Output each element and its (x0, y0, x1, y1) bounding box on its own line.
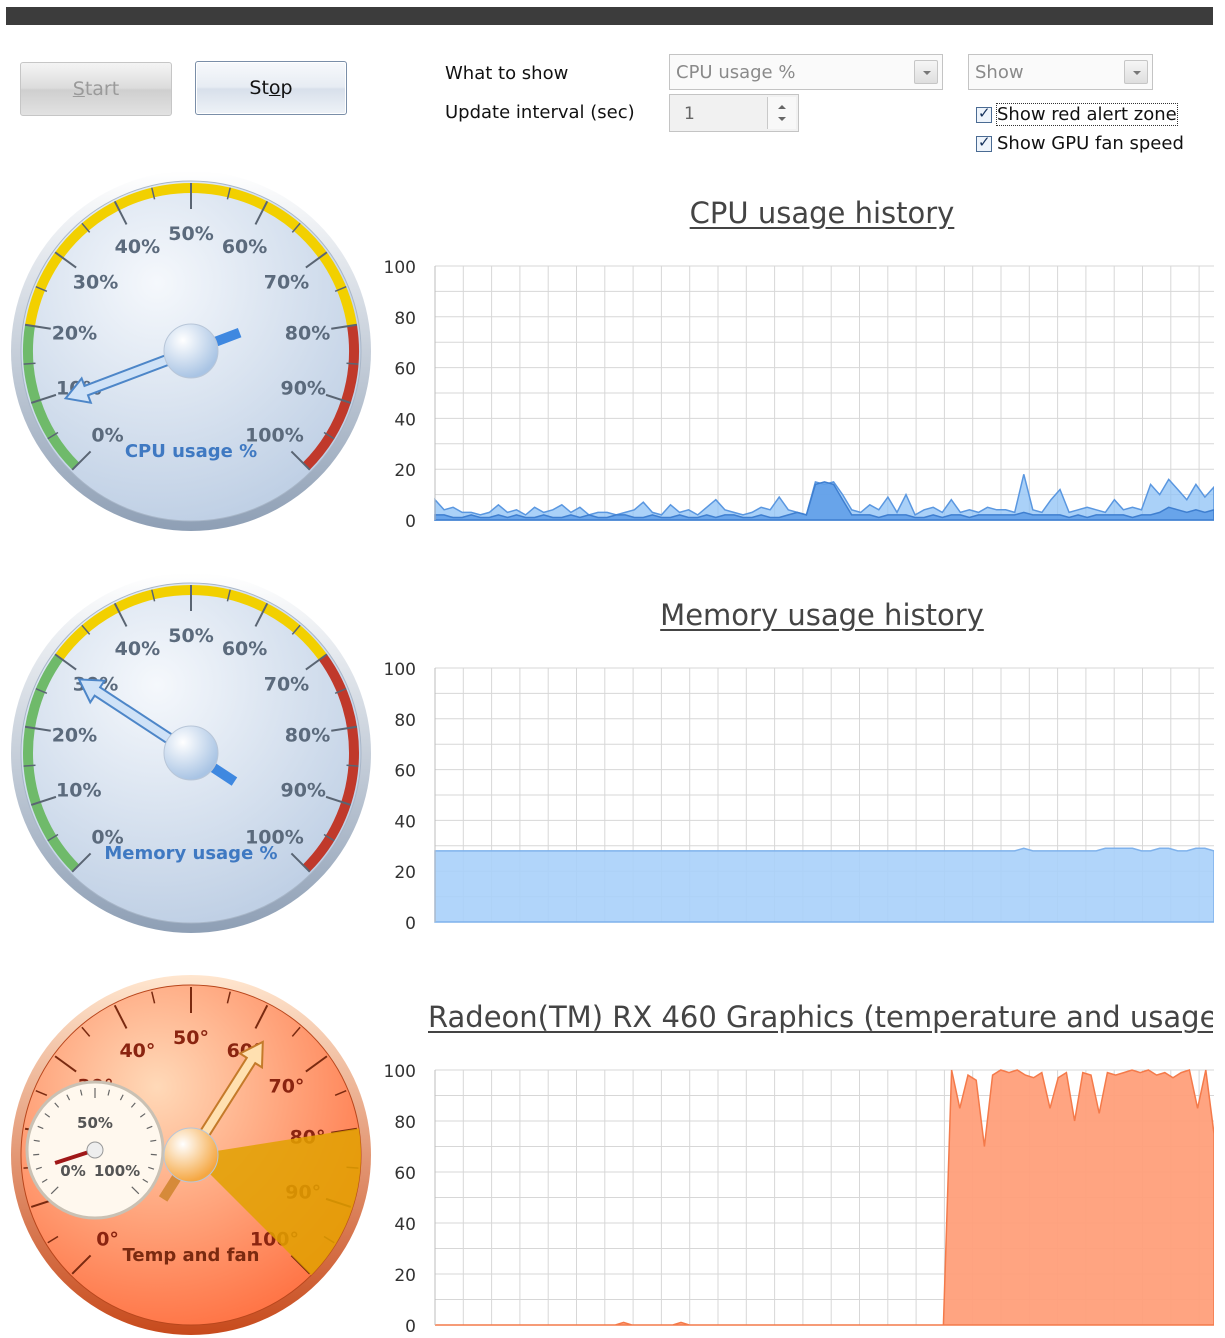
memory-usage-gauge: 0%10%20%30%40%50%60%70%80%90%100%Memory … (8, 570, 374, 936)
gauge-tick-label: 70% (264, 674, 309, 696)
memory-history-chart: 0 20 40 60 80 100 (376, 652, 1214, 942)
gauge-tick-label: 80% (285, 725, 330, 747)
gauge-tick-label: 40° (119, 1040, 155, 1062)
update-interval-spinner[interactable]: 1 (669, 94, 799, 132)
gauge-caption: Temp and fan (123, 1245, 260, 1266)
gauge-tick-label: 40% (115, 236, 160, 258)
chevron-down-icon[interactable] (1124, 60, 1148, 84)
y-tick-label: 0 (405, 1317, 416, 1337)
gauge-tick-label: 0° (96, 1228, 119, 1250)
start-button[interactable]: Start (20, 62, 172, 116)
stop-button[interactable]: Stop (195, 61, 347, 115)
y-tick-label: 20 (394, 461, 416, 481)
gauge-minor-tick (347, 765, 359, 766)
gauge-minor-tick (24, 363, 36, 364)
stop-button-label: Stop (249, 77, 292, 99)
y-tick-label: 0 (405, 914, 416, 934)
gauge-tick-label: 20% (52, 323, 97, 345)
checkbox-checked-icon[interactable] (976, 136, 992, 152)
window-titlebar (6, 7, 1213, 25)
gauge-tick-label: 30% (73, 272, 118, 294)
spin-up-icon[interactable] (778, 105, 786, 109)
y-tick-label: 100 (384, 1062, 416, 1082)
y-tick-label: 80 (394, 1113, 416, 1133)
cpu-history-title: CPU usage history (432, 196, 1212, 230)
show-gpu-fan-speed-checkbox[interactable]: Show GPU fan speed (976, 133, 1184, 154)
y-tick-label: 60 (394, 1164, 416, 1184)
gauge-tick-label: 50% (168, 223, 213, 245)
checkbox-checked-icon[interactable] (976, 107, 992, 123)
gauge-minor-tick (347, 363, 359, 364)
gauge-tick-label: 60% (222, 236, 267, 258)
gpu-temp-fan-gauge: 0°10°20°30°40°50°60°70°80°90°100°Temp an… (8, 972, 374, 1338)
show-red-alert-zone-label: Show red alert zone (997, 104, 1177, 125)
gauge-hub (164, 324, 218, 378)
fan-tick-label: 0% (60, 1162, 85, 1180)
gpu-history-chart: 0 20 40 60 80 100 (376, 1054, 1214, 1337)
show-value: Show (975, 62, 1024, 83)
gauge-tick-label: 90% (280, 779, 325, 801)
fan-tick-label: 50% (77, 1114, 113, 1132)
fan-tick-label: 100% (94, 1162, 140, 1180)
fan-gauge-hub (87, 1142, 103, 1158)
series-area (435, 848, 1214, 922)
spin-down-icon[interactable] (778, 117, 786, 121)
what-to-show-label: What to show (445, 63, 568, 84)
cpu-history-chart: 0 20 40 60 80 100 (376, 250, 1214, 540)
what-to-show-combobox[interactable]: CPU usage % (669, 54, 943, 90)
gauge-tick-label: 10% (56, 779, 101, 801)
y-tick-label: 40 (394, 1215, 416, 1235)
gauge-tick-label: 20% (52, 725, 97, 747)
y-tick-label: 80 (394, 711, 416, 731)
y-tick-label: 100 (384, 660, 416, 680)
show-gpu-fan-speed-label: Show GPU fan speed (997, 133, 1184, 154)
show-combobox[interactable]: Show (968, 54, 1153, 90)
update-interval-value: 1 (684, 104, 695, 124)
gauge-tick-label: 50° (173, 1027, 209, 1049)
y-tick-label: 40 (394, 812, 416, 832)
gauge-tick-label: 80% (285, 323, 330, 345)
y-tick-label: 40 (394, 410, 416, 430)
y-tick-label: 80 (394, 309, 416, 329)
y-tick-label: 20 (394, 1266, 416, 1286)
y-tick-label: 0 (405, 512, 416, 532)
gauge-tick-label: 0% (91, 424, 123, 446)
gauge-tick-label: 70% (264, 272, 309, 294)
show-red-alert-zone-checkbox[interactable]: Show red alert zone (976, 104, 1177, 125)
chevron-down-icon[interactable] (914, 60, 938, 84)
y-tick-label: 100 (384, 258, 416, 278)
y-tick-label: 60 (394, 360, 416, 380)
gauge-minor-tick (24, 765, 36, 766)
gauge-tick-label: 60% (222, 638, 267, 660)
start-button-label: Start (73, 78, 119, 100)
update-interval-label: Update interval (sec) (445, 102, 635, 123)
gauge-caption: CPU usage % (125, 441, 257, 462)
gauge-tick-label: 50% (168, 625, 213, 647)
y-tick-label: 60 (394, 762, 416, 782)
gauge-tick-label: 40% (115, 638, 160, 660)
what-to-show-value: CPU usage % (676, 62, 795, 83)
memory-history-title: Memory usage history (432, 598, 1212, 632)
gauge-tick-label: 90% (280, 377, 325, 399)
spinner-buttons[interactable] (767, 97, 796, 129)
gauge-caption: Memory usage % (104, 843, 277, 864)
gauge-hub (164, 726, 218, 780)
gauge-tick-label: 70° (268, 1076, 304, 1098)
gauge-hub (164, 1128, 218, 1182)
cpu-usage-gauge: 0%10%20%30%40%50%60%70%80%90%100%CPU usa… (8, 168, 374, 534)
gpu-history-title: Radeon(TM) RX 460 Graphics (temperature … (428, 1000, 1213, 1034)
y-tick-label: 20 (394, 863, 416, 883)
